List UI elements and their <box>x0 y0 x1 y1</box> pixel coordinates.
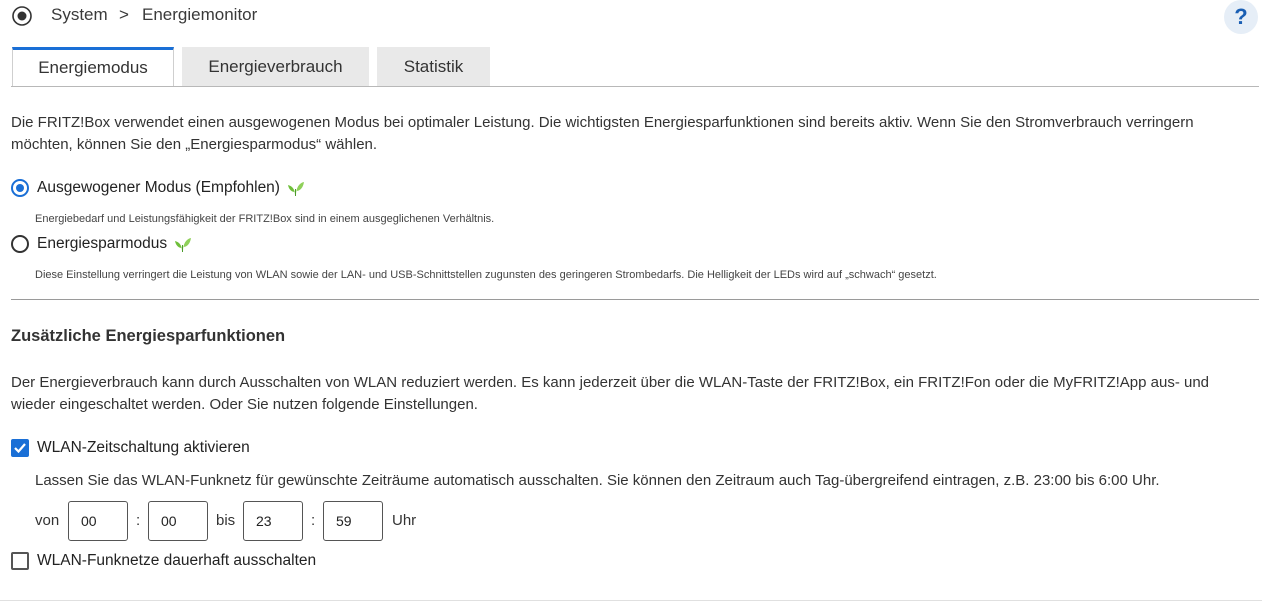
bottom-divider <box>0 600 1262 601</box>
tab-energieverbrauch[interactable]: Energieverbrauch <box>182 47 369 86</box>
from-label: von <box>35 512 60 529</box>
from-minute-input[interactable] <box>148 501 208 541</box>
balanced-mode-description: Energiebedarf und Leistungsfähigkeit der… <box>35 213 495 225</box>
wlan-timer-label[interactable]: WLAN-Zeitschaltung aktivieren <box>37 438 250 458</box>
page-title: Energiemonitor <box>142 5 258 24</box>
section-divider <box>11 299 1259 300</box>
radio-target-icon <box>12 6 32 26</box>
time-colon: : <box>311 512 316 529</box>
to-hour-input[interactable] <box>243 501 303 541</box>
unit-label: Uhr <box>392 512 417 529</box>
energy-saving-mode-label: Energiesparmodus <box>37 235 168 252</box>
leaf-icon <box>175 237 192 252</box>
energy-saving-mode-description: Diese Einstellung verringert die Leistun… <box>35 269 937 281</box>
wlan-timer-description: Lassen Sie das WLAN-Funknetz für gewünsc… <box>35 472 1160 489</box>
breadcrumb-separator: > <box>119 5 129 24</box>
extra-description: Der Energieverbrauch kann durch Ausschal… <box>11 374 1210 413</box>
wlan-off-label[interactable]: WLAN-Funknetze dauerhaft ausschalten <box>37 551 316 571</box>
wlan-timer-checkbox[interactable] <box>11 439 29 457</box>
from-hour-input[interactable] <box>68 501 128 541</box>
tab-energiemodus[interactable]: Energiemodus <box>12 47 174 87</box>
time-colon: : <box>136 512 141 529</box>
balanced-mode-option[interactable]: Ausgewogener Modus (Empfohlen) <box>37 178 305 198</box>
energy-saving-mode-option[interactable]: Energiesparmodus <box>37 234 192 254</box>
wlan-off-checkbox[interactable] <box>11 552 29 570</box>
radio-energy-saving-mode[interactable] <box>11 235 29 253</box>
to-label: bis <box>216 512 236 529</box>
checkmark-icon <box>14 443 26 454</box>
tab-divider <box>11 86 1259 87</box>
radio-balanced-mode[interactable] <box>11 179 29 197</box>
leaf-icon <box>288 181 305 196</box>
tab-statistik[interactable]: Statistik <box>377 47 490 86</box>
intro-text: Die FRITZ!Box verwendet einen ausgewogen… <box>11 114 1194 153</box>
to-minute-input[interactable] <box>323 501 383 541</box>
balanced-mode-label: Ausgewogener Modus (Empfohlen) <box>37 179 280 196</box>
breadcrumb-system[interactable]: System <box>51 5 108 25</box>
section-heading: Zusätzliche Energiesparfunktionen <box>11 327 286 345</box>
help-button[interactable]: ? <box>1224 0 1258 34</box>
